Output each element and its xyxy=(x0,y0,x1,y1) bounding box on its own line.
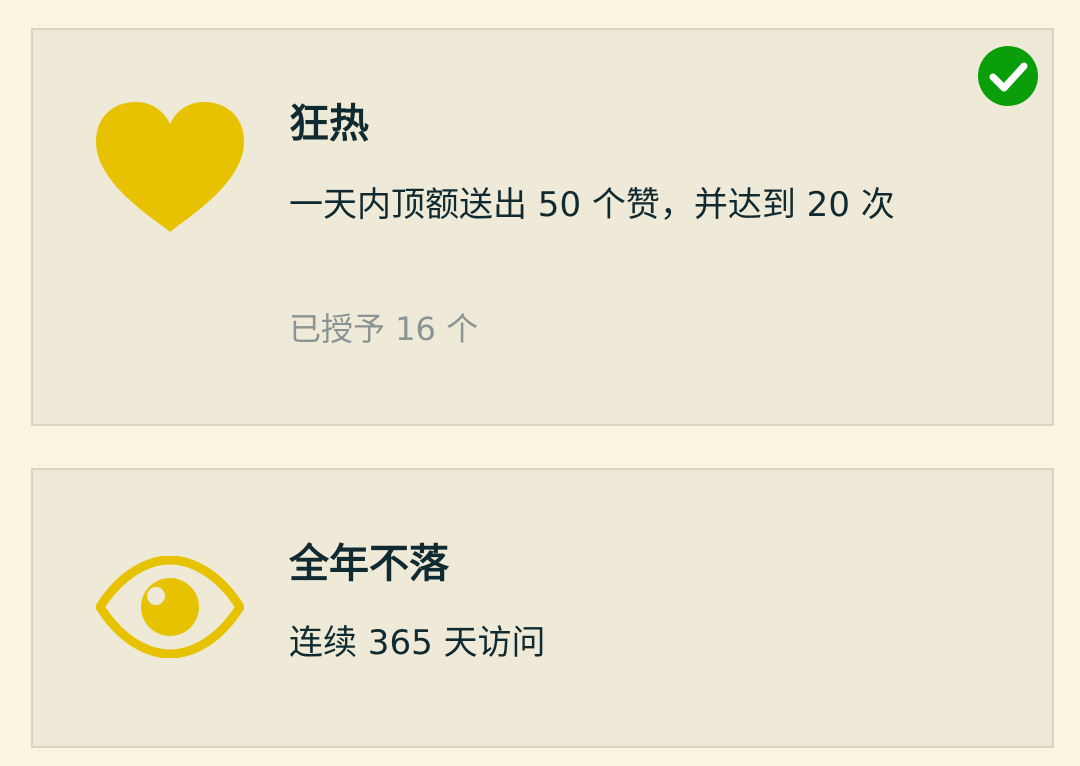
badge-granted-count: 已授予 16 个 xyxy=(289,310,479,348)
eye-icon xyxy=(96,556,244,658)
badge-description: 连续 365 天访问 xyxy=(289,623,546,663)
badge-description: 一天内顶额送出 50 个赞，并达到 20 次 xyxy=(289,185,895,225)
badge-title: 狂热 xyxy=(289,101,369,147)
heart-icon xyxy=(96,102,244,232)
check-circle-icon xyxy=(978,46,1038,106)
badge-title: 全年不落 xyxy=(289,541,449,587)
badge-card-annual[interactable]: 全年不落 连续 365 天访问 xyxy=(31,468,1054,748)
badge-card-fanatic[interactable]: 狂热 一天内顶额送出 50 个赞，并达到 20 次 已授予 16 个 xyxy=(31,28,1054,426)
